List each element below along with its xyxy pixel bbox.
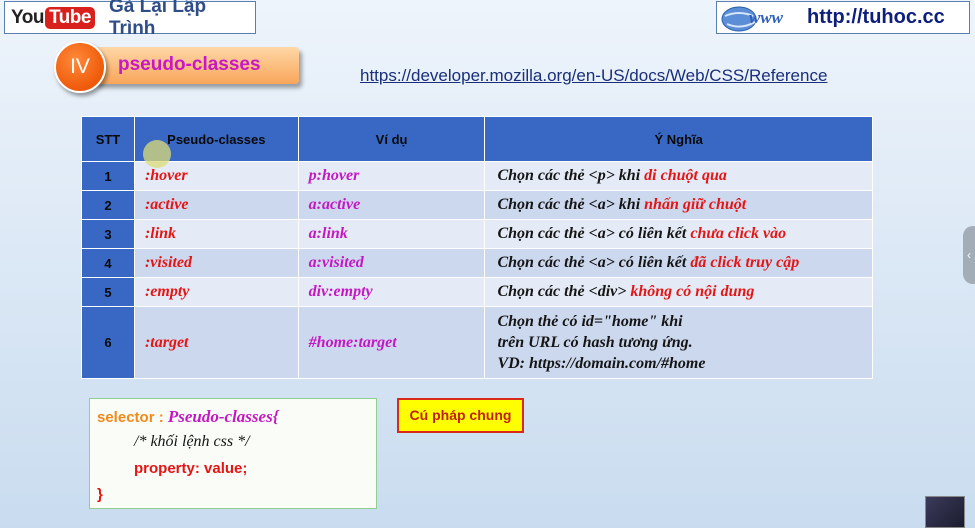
row-meaning: Chọn các thẻ <a> có liên kết chưa click …: [484, 219, 873, 249]
table-row: 4 :visited a:visited Chọn các thẻ <a> có…: [81, 248, 873, 278]
youtube-logo-icon: You Tube: [11, 6, 95, 29]
row-meaning: Chọn các thẻ <div> không có nội dung: [484, 277, 873, 307]
syntax-property: property: value;: [134, 460, 248, 477]
row-stt: 3: [81, 219, 135, 249]
col-header-meaning: Ý Nghĩa: [484, 116, 873, 162]
meaning-text: Chọn các thẻ <a> có liên kết: [497, 225, 691, 242]
chevron-left-icon: ‹: [967, 248, 971, 262]
row-meaning: Chọn các thẻ <p> khi di chuột qua: [484, 161, 873, 191]
meaning-highlight: không có nội dung: [630, 283, 755, 300]
table-row: 3 :link a:link Chọn các thẻ <a> có liên …: [81, 219, 873, 249]
row-example: a:active: [297, 190, 486, 220]
table-row: 6 :target #home:target Chọn thẻ có id="h…: [81, 306, 873, 379]
syntax-comment: /* khối lệnh css */: [134, 433, 250, 450]
syntax-selector: selector :: [97, 409, 168, 426]
row-example: a:link: [297, 219, 486, 249]
table-header-row: STT Pseudo-classes Ví dụ Ý Nghĩa: [81, 116, 873, 162]
meaning-line: VD: https://domain.com/#home: [497, 355, 706, 372]
site-brand-box: www http://tuhoc.cc: [716, 1, 970, 34]
meaning-highlight: nhấn giữ chuột: [644, 196, 747, 213]
reference-link[interactable]: https://developer.mozilla.org/en-US/docs…: [360, 66, 827, 86]
row-example: p:hover: [297, 161, 486, 191]
meaning-text: Chọn các thẻ <a> khi: [497, 196, 645, 213]
row-stt: 6: [81, 306, 135, 379]
youtube-logo-tube: Tube: [44, 6, 95, 29]
row-pseudo: :link: [133, 219, 299, 249]
row-stt: 4: [81, 248, 135, 278]
row-example: a:visited: [297, 248, 486, 278]
globe-www-text: www: [749, 8, 784, 27]
row-meaning: Chọn thẻ có id="home" khi trên URL có ha…: [484, 306, 873, 379]
row-pseudo: :active: [133, 190, 299, 220]
channel-avatar: [925, 496, 965, 528]
row-stt: 5: [81, 277, 135, 307]
section-title: pseudo-classes: [118, 54, 261, 75]
row-pseudo: :target: [133, 306, 299, 379]
section-banner: pseudo-classes: [93, 47, 299, 84]
meaning-text: Chọn các thẻ <div>: [497, 283, 631, 300]
mouse-cursor-highlight: [143, 140, 171, 168]
syntax-line-selector: selector : Pseudo-classes{: [97, 407, 279, 427]
meaning-highlight: di chuột qua: [644, 167, 727, 184]
globe-www-icon: www: [721, 6, 784, 31]
side-panel-toggle[interactable]: ‹: [963, 226, 975, 284]
row-example: #home:target: [297, 306, 486, 379]
row-meaning: Chọn các thẻ <a> khi nhấn giữ chuột: [484, 190, 873, 220]
site-url[interactable]: http://tuhoc.cc: [807, 6, 945, 29]
meaning-highlight: đã click truy cập: [690, 254, 800, 271]
pseudo-classes-table: STT Pseudo-classes Ví dụ Ý Nghĩa 1 :hove…: [81, 116, 873, 379]
row-pseudo: :empty: [133, 277, 299, 307]
meaning-line: trên URL có hash tương ứng.: [497, 334, 693, 351]
row-pseudo: :visited: [133, 248, 299, 278]
meaning-text: Chọn các thẻ <a> có liên kết: [497, 254, 691, 271]
syntax-pseudo: Pseudo-classes{: [167, 407, 279, 426]
channel-name: Gà Lại Lập Trình: [108, 0, 207, 39]
meaning-highlight: chưa click vào: [690, 225, 787, 242]
meaning-text: Chọn các thẻ <p> khi: [497, 167, 645, 184]
channel-brand-box: You Tube Gà Lại Lập Trình: [4, 0, 256, 39]
col-header-example: Ví dụ: [297, 116, 486, 162]
meaning-line: Chọn thẻ có id="home" khi: [497, 313, 683, 330]
table-row: 2 :active a:active Chọn các thẻ <a> khi …: [81, 190, 873, 220]
row-meaning: Chọn các thẻ <a> có liên kết đã click tr…: [484, 248, 873, 278]
syntax-close-brace: }: [97, 486, 103, 503]
syntax-code-box: selector : Pseudo-classes{ /* khối lệnh …: [89, 398, 377, 509]
section-number-badge: IV: [54, 41, 106, 93]
syntax-label-badge: Cú pháp chung: [397, 398, 524, 433]
youtube-logo-you: You: [11, 6, 44, 28]
col-header-stt: STT: [81, 116, 135, 162]
row-stt: 2: [81, 190, 135, 220]
row-example: div:empty: [297, 277, 486, 307]
table-row: 5 :empty div:empty Chọn các thẻ <div> kh…: [81, 277, 873, 307]
row-stt: 1: [81, 161, 135, 191]
table-row: 1 :hover p:hover Chọn các thẻ <p> khi di…: [81, 161, 873, 191]
